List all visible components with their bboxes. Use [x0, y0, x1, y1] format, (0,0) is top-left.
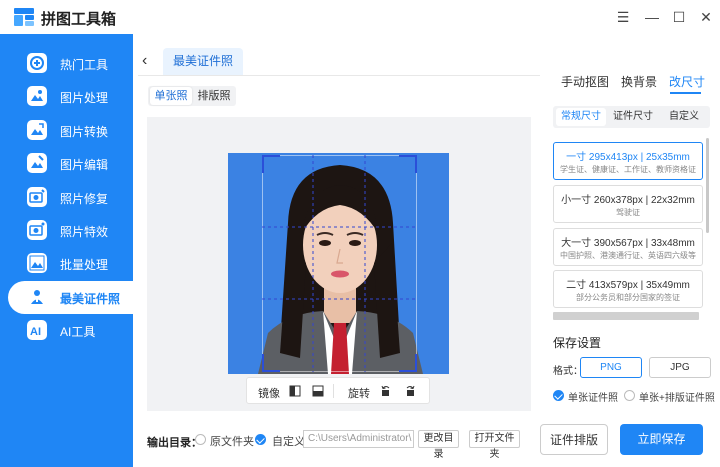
output-path-field[interactable]: C:\Users\Administrator\: [303, 430, 414, 448]
size-option[interactable]: 小一寸 260x378px | 22x32mm 驾驶证: [553, 185, 703, 223]
sidebar-item-image-convert[interactable]: 图片转换: [0, 114, 133, 147]
tab-manual-cutout[interactable]: 手动抠图: [561, 73, 609, 90]
tab-standard-size[interactable]: 常规尺寸: [556, 108, 606, 126]
custom-folder-radio[interactable]: [255, 434, 266, 445]
original-folder-label: 原文件夹: [210, 436, 254, 448]
close-button[interactable]: ✕: [697, 8, 715, 26]
layout-id-photo-button[interactable]: 证件排版: [540, 424, 608, 455]
sidebar-item-ai-tools[interactable]: AI AI工具: [0, 314, 133, 347]
sidebar-item-batch-process[interactable]: 批量处理: [0, 247, 133, 280]
rotate-right-icon[interactable]: [404, 385, 416, 397]
ai-tools-icon: AI: [27, 320, 47, 340]
size-option-desc: 学生证、健康证、工作证、教师资格证: [560, 165, 696, 174]
size-category-tabs: 常规尺寸 证件尺寸 自定义: [553, 106, 710, 128]
active-tab-indicator: [670, 92, 701, 94]
rotate-left-icon[interactable]: [380, 385, 392, 397]
size-option[interactable]: 大一寸 390x567px | 33x48mm 中国护照、港澳通行证、英语四六级…: [553, 228, 703, 266]
batch-process-icon: [27, 253, 47, 273]
sidebar-item-label: 批量处理: [60, 258, 109, 272]
size-option-title: 小一寸 260x378px | 22x32mm: [561, 195, 695, 206]
original-folder-radio[interactable]: [195, 434, 206, 445]
size-option-title: 一寸 295x413px | 25x35mm: [566, 152, 690, 163]
image-process-icon: [27, 86, 47, 106]
size-list-scrollbar[interactable]: [706, 138, 709, 233]
size-option-desc: 部分公务员和部分国家的签证: [576, 293, 680, 302]
open-folder-button[interactable]: 打开文件夹: [469, 430, 520, 460]
size-option[interactable]: 二寸 413x579px | 35x49mm 部分公务员和部分国家的签证: [553, 270, 703, 308]
image-toolbar: 镜像 旋转: [246, 377, 430, 404]
save-now-button[interactable]: 立即保存: [620, 424, 703, 455]
svg-text:AI: AI: [30, 326, 41, 338]
mirror-horizontal-icon[interactable]: [289, 385, 301, 397]
sidebar-item-label: AI工具: [60, 325, 96, 339]
layout-photo-tab[interactable]: 排版照: [193, 87, 235, 105]
toolbar-divider: [333, 384, 334, 398]
photo-repair-icon: [27, 187, 47, 207]
format-label: 格式：: [553, 366, 583, 377]
hot-tools-icon: [27, 53, 47, 73]
photo-effects-icon: [27, 220, 47, 240]
menu-icon[interactable]: ☰: [614, 8, 632, 26]
sidebar-item-label: 图片编辑: [60, 158, 109, 172]
save-single-label: 单张证件照: [568, 393, 618, 404]
size-option-desc: 驾驶证: [616, 208, 640, 217]
sidebar-item-label: 图片处理: [60, 91, 109, 105]
size-option-title: 大一寸 390x567px | 33x48mm: [561, 238, 695, 249]
tab-change-background[interactable]: 换背景: [621, 73, 657, 90]
sidebar-item-image-process[interactable]: 图片处理: [0, 80, 133, 113]
save-single-radio[interactable]: [553, 390, 564, 401]
image-convert-icon: [27, 120, 47, 140]
header-divider: [138, 75, 540, 76]
save-single-layout-radio[interactable]: [624, 390, 635, 401]
sidebar-item-label: 图片转换: [60, 125, 109, 139]
sidebar-item-photo-repair[interactable]: 照片修复: [0, 181, 133, 214]
page-title-tab[interactable]: 最美证件照: [163, 48, 243, 75]
app-title: 拼图工具箱: [41, 11, 117, 28]
mode-toggle: 单张照 排版照: [148, 86, 236, 106]
tab-resize[interactable]: 改尺寸: [669, 73, 705, 90]
format-png-button[interactable]: PNG: [580, 357, 642, 378]
sidebar-item-label: 最美证件照: [60, 292, 121, 306]
app-logo-icon: [14, 8, 34, 26]
sidebar-item-label: 照片特效: [60, 225, 109, 239]
sidebar-item-image-edit[interactable]: 图片编辑: [0, 147, 133, 180]
rotate-label: 旋转: [348, 388, 370, 400]
sidebar-item-id-photo[interactable]: 最美证件照: [8, 281, 133, 314]
save-single-layout-label: 单张+排版证件照: [639, 393, 715, 404]
minimize-button[interactable]: —: [643, 8, 661, 26]
tab-id-size[interactable]: 证件尺寸: [609, 108, 657, 126]
output-dir-label: 输出目录：: [147, 437, 202, 449]
size-option[interactable]: 一寸 295x413px | 25x35mm 学生证、健康证、工作证、教师资格证: [553, 142, 703, 180]
id-photo-icon: [27, 287, 47, 307]
image-edit-icon: [27, 153, 47, 173]
sidebar-item-photo-effects[interactable]: 照片特效: [0, 214, 133, 247]
sidebar-item-hot-tools[interactable]: 热门工具: [0, 47, 133, 80]
tab-custom-size[interactable]: 自定义: [660, 108, 708, 126]
size-option-desc: 中国护照、港澳通行证、英语四六级等: [560, 251, 696, 260]
mirror-label: 镜像: [258, 388, 280, 400]
sidebar-item-label: 热门工具: [60, 58, 109, 72]
size-list-hscrollbar[interactable]: [553, 312, 699, 320]
title-bar: 拼图工具箱 ☰ — ☐ ✕: [0, 0, 720, 34]
maximize-button[interactable]: ☐: [670, 8, 688, 26]
size-option-title: 二寸 413x579px | 35x49mm: [566, 280, 690, 291]
single-photo-tab[interactable]: 单张照: [150, 87, 192, 105]
format-jpg-button[interactable]: JPG: [649, 357, 711, 378]
crop-frame[interactable]: [262, 155, 417, 372]
save-settings-title: 保存设置: [553, 336, 602, 350]
mirror-vertical-icon[interactable]: [312, 385, 324, 397]
custom-folder-label: 自定义: [272, 436, 305, 448]
sidebar-item-label: 照片修复: [60, 192, 109, 206]
change-dir-button[interactable]: 更改目录: [418, 430, 459, 460]
back-button[interactable]: ‹: [142, 52, 156, 70]
sidebar: 热门工具 图片处理 图片转换 图片编辑 照片修复 照片特效 批量处理 最美证件照…: [0, 34, 133, 467]
